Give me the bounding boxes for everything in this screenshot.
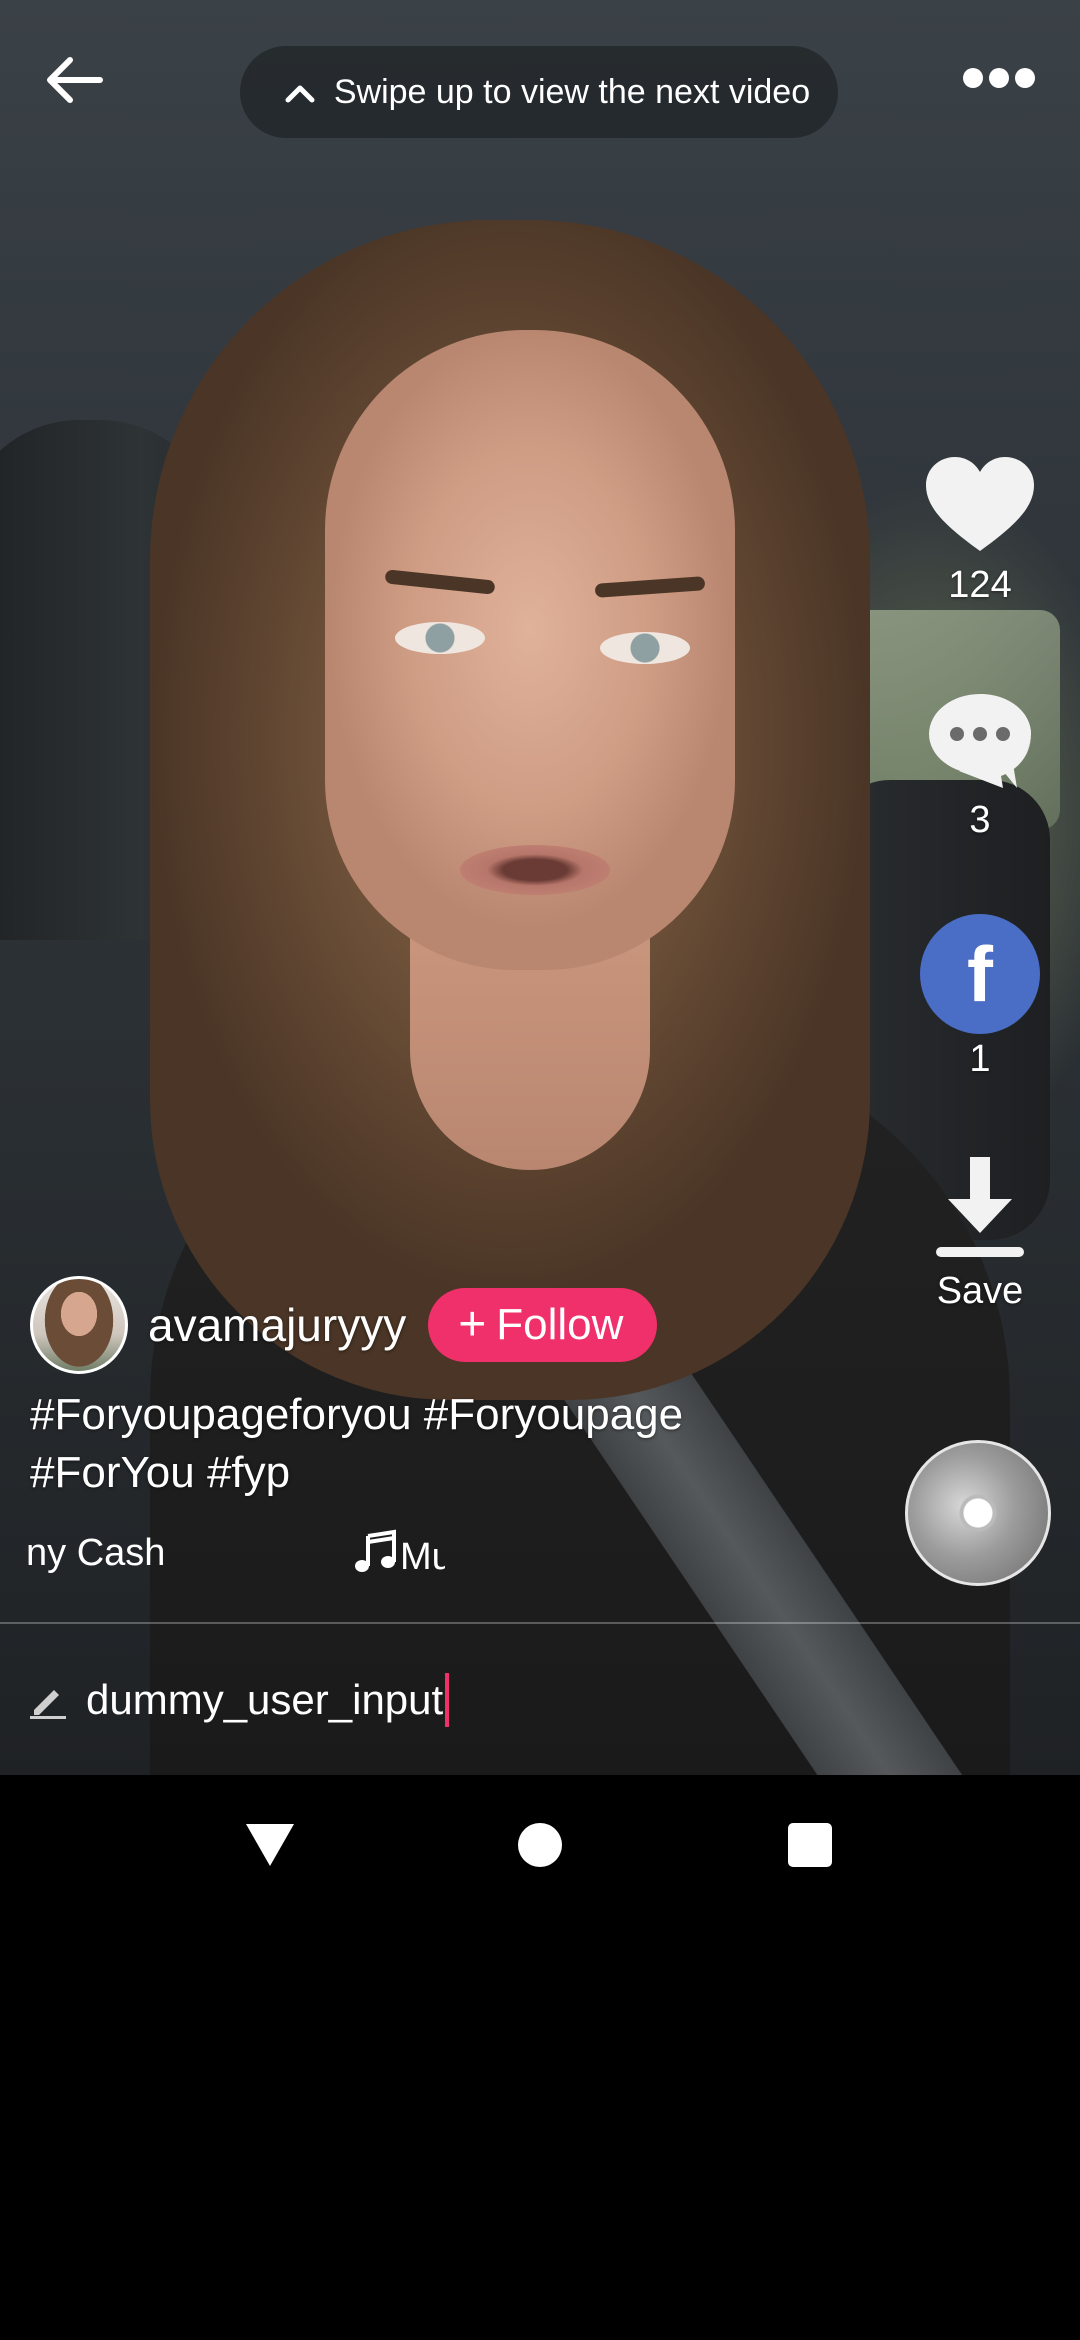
back-button[interactable] bbox=[36, 44, 112, 120]
author-row: avamajuryyy + Follow bbox=[30, 1276, 658, 1374]
more-button[interactable] bbox=[954, 52, 1044, 108]
chevron-up-icon bbox=[270, 62, 330, 122]
plus-icon: + bbox=[458, 1298, 487, 1351]
circle-home-icon bbox=[517, 1822, 563, 1873]
comment-button[interactable]: 3 bbox=[900, 690, 1060, 842]
comment-bubble-icon bbox=[925, 690, 1035, 795]
triangle-back-icon bbox=[244, 1822, 296, 1873]
square-recents-icon bbox=[787, 1822, 833, 1873]
system-nav-bar bbox=[0, 1775, 1080, 1920]
save-button[interactable]: Save bbox=[900, 1155, 1060, 1313]
comment-input[interactable]: dummy_user_input bbox=[86, 1672, 450, 1727]
nav-recents-button[interactable] bbox=[740, 1775, 880, 1920]
caption-line-1: #Foryoupageforyou #Foryoupage bbox=[30, 1390, 684, 1439]
video-player[interactable]: Swipe up to view the next video 124 3 f … bbox=[0, 0, 1080, 1775]
facebook-icon: f bbox=[920, 914, 1040, 1034]
follow-button[interactable]: + Follow bbox=[428, 1288, 658, 1362]
save-label: Save bbox=[936, 1270, 1024, 1312]
like-button[interactable]: 124 bbox=[900, 455, 1060, 607]
download-icon bbox=[932, 1155, 1028, 1266]
heart-icon bbox=[924, 455, 1036, 560]
video-caption: #Foryoupageforyou #Foryoupage #ForYou #f… bbox=[30, 1386, 730, 1502]
like-count: 124 bbox=[948, 564, 1012, 606]
music-marquee[interactable]: ny Cash Mu bbox=[0, 1528, 445, 1584]
pencil-icon bbox=[28, 1680, 68, 1720]
nav-home-button[interactable] bbox=[470, 1775, 610, 1920]
comment-bar: dummy_user_input bbox=[0, 1624, 1080, 1775]
swipe-hint-text: Swipe up to view the next video bbox=[333, 73, 811, 111]
arrow-left-icon bbox=[42, 48, 106, 117]
eye-right bbox=[600, 632, 690, 664]
comment-input-value: dummy_user_input bbox=[86, 1675, 444, 1723]
follow-label: Follow bbox=[496, 1300, 624, 1349]
share-count: 1 bbox=[969, 1038, 991, 1080]
more-horizontal-icon bbox=[961, 66, 1037, 95]
avatar[interactable] bbox=[30, 1276, 128, 1374]
text-cursor bbox=[445, 1672, 450, 1727]
music-disc[interactable] bbox=[905, 1440, 1051, 1586]
comment-count: 3 bbox=[969, 799, 991, 841]
mouth bbox=[460, 845, 610, 895]
username[interactable]: avamajuryyy bbox=[148, 1298, 406, 1352]
facebook-share-button[interactable]: f 1 bbox=[900, 914, 1060, 1081]
music-note-icon bbox=[352, 1528, 400, 1584]
eye-left bbox=[395, 622, 485, 654]
nav-back-button[interactable] bbox=[200, 1775, 340, 1920]
swipe-hint: Swipe up to view the next video bbox=[240, 46, 838, 138]
caption-line-2: #ForYou #fyp bbox=[30, 1448, 291, 1497]
music-title-scroll: ny Cash bbox=[26, 1532, 166, 1574]
top-bar: Swipe up to view the next video bbox=[0, 0, 1080, 170]
music-title: Mu bbox=[352, 1528, 445, 1584]
screen: Swipe up to view the next video 124 3 f … bbox=[0, 0, 1080, 2340]
music-title-text: Mu bbox=[400, 1535, 445, 1578]
